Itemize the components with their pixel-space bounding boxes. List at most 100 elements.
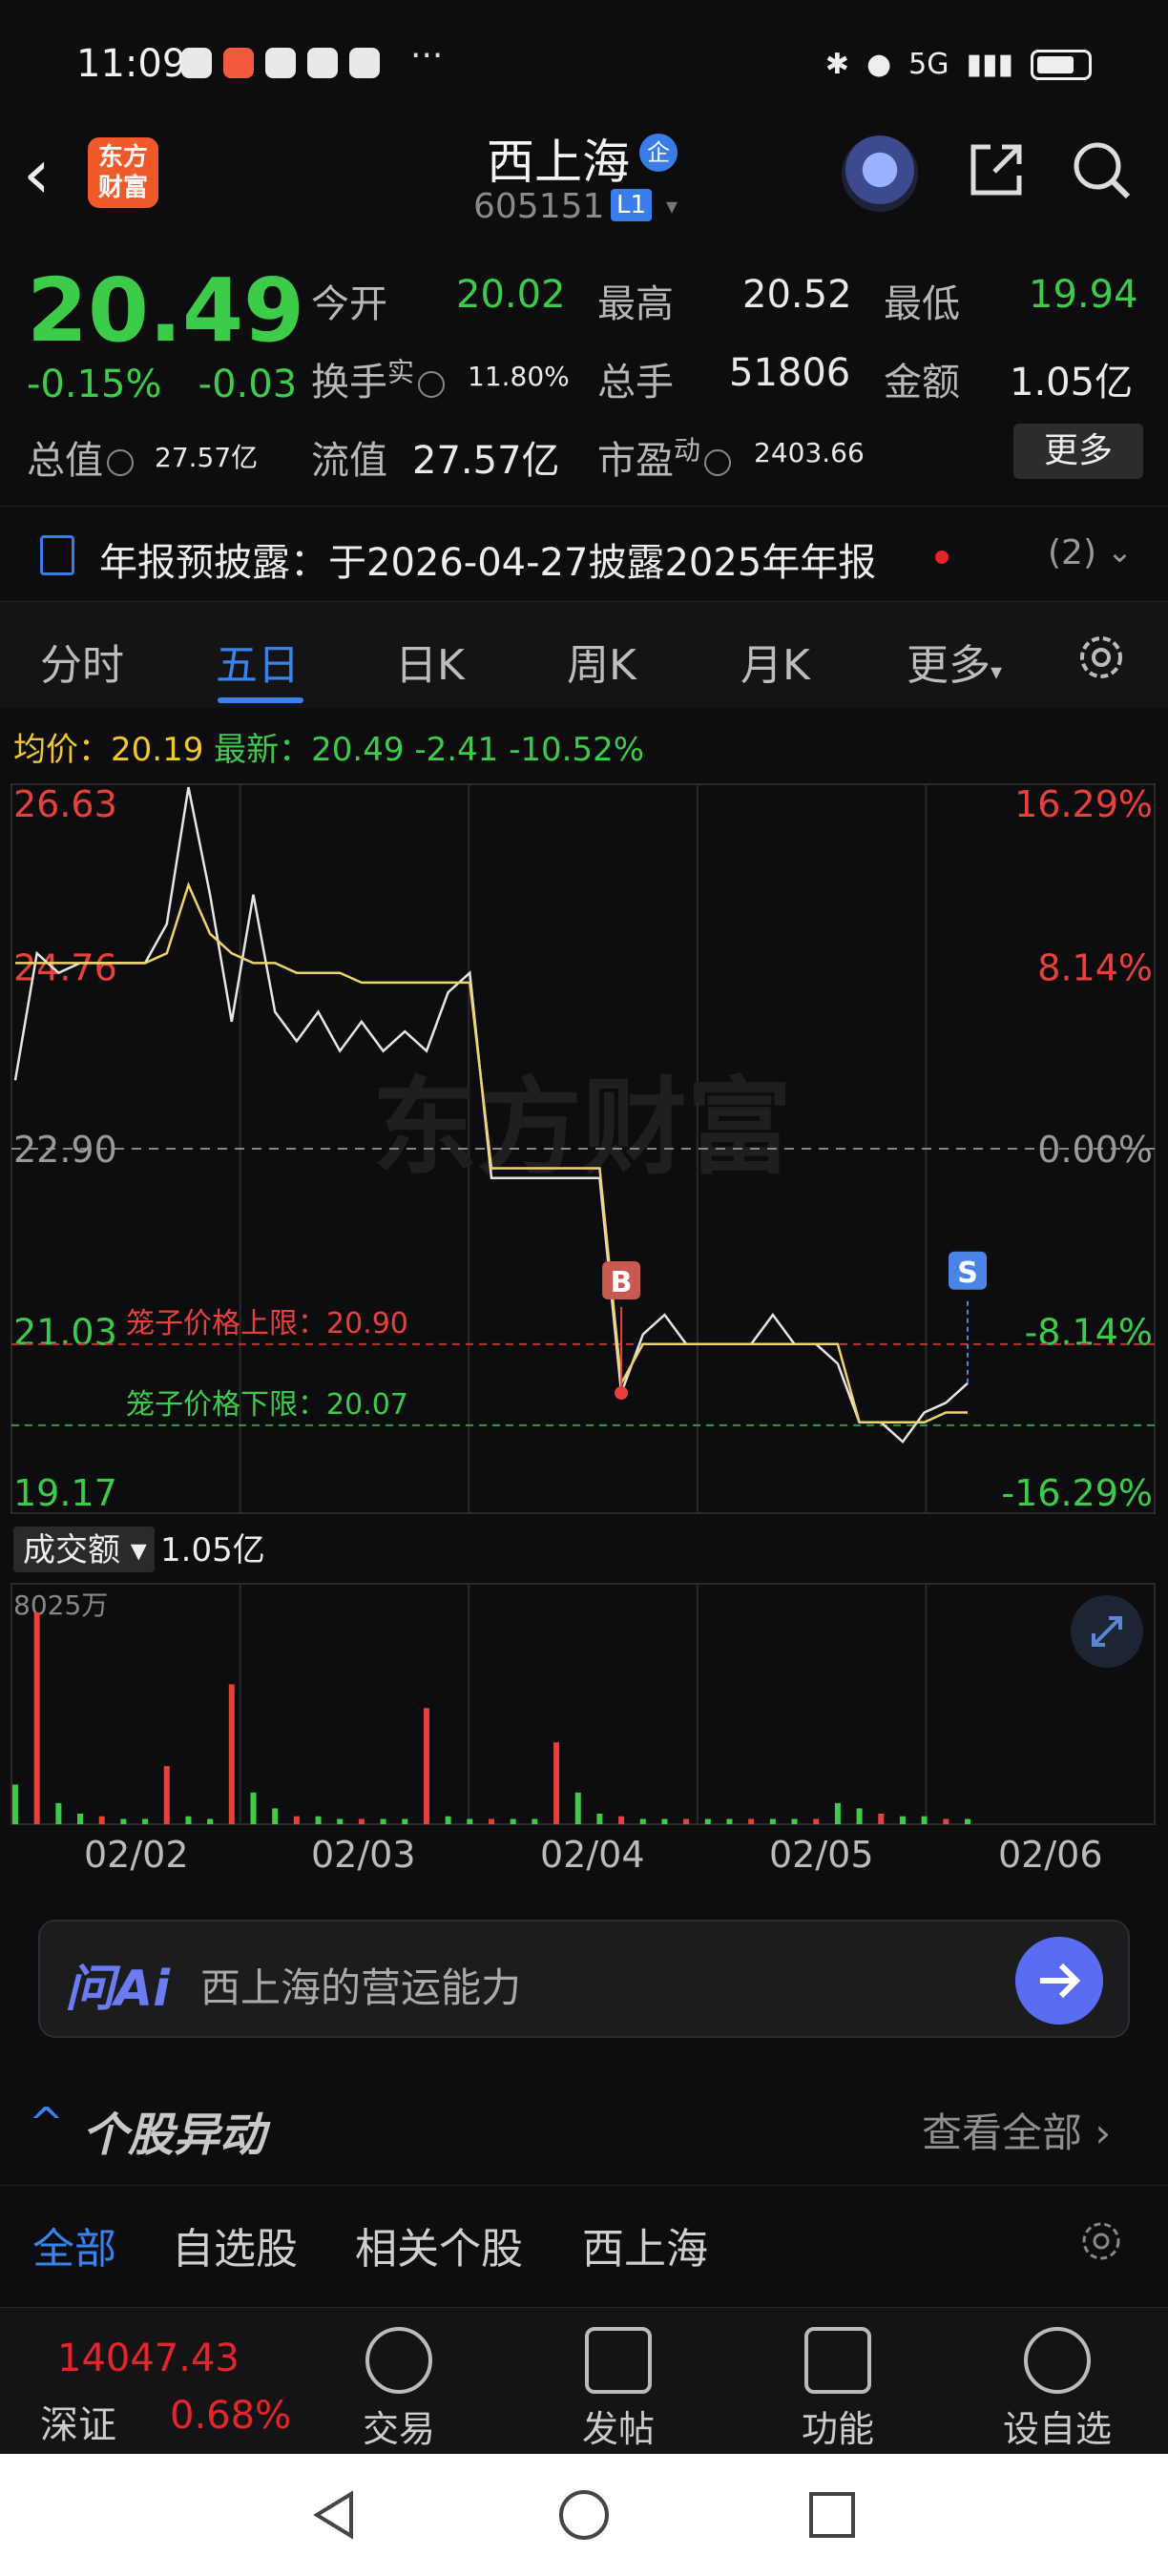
bluetooth-icon: ✱: [824, 48, 849, 81]
stock-name: 西上海: [487, 135, 630, 190]
quote-panel: 20.49 -0.15% -0.03 今开 20.02 最高 20.52 最低 …: [0, 240, 1168, 488]
amount-label: 金额: [884, 361, 960, 405]
notice-bar[interactable]: 年报预披露：于2026-04-27披露2025年年报 (2) ⌄: [0, 506, 1168, 601]
sell-marker-label: S: [957, 1257, 978, 1290]
nav-add-watchlist[interactable]: 设自选: [991, 2327, 1124, 2452]
chevron-up-icon[interactable]: ^: [29, 2099, 64, 2148]
more-quote-button[interactable]: 更多: [1013, 424, 1143, 479]
subtab-all[interactable]: 全部: [32, 2214, 116, 2275]
nav-functions[interactable]: 功能: [771, 2327, 905, 2452]
tab-monthly-k[interactable]: 月K: [740, 631, 810, 692]
volume-bar: [358, 1818, 365, 1824]
nav-post[interactable]: 发帖: [552, 2327, 685, 2452]
volume-max-label: 8025万: [13, 1589, 108, 1621]
index-name[interactable]: 深证: [40, 2394, 116, 2449]
stock-header: ‹ 东方 财富 西上海 企 605151 L1 ▾: [0, 124, 1168, 239]
tab-intraday[interactable]: 分时: [40, 631, 124, 692]
view-all-link[interactable]: 查看全部 ›: [922, 2101, 1111, 2159]
info-icon[interactable]: [704, 449, 732, 476]
nav-trade-label: 交易: [362, 2408, 435, 2450]
recents-square-icon[interactable]: [803, 2486, 861, 2544]
ai-question-bar[interactable]: 问Ai 西上海的营运能力: [38, 1920, 1130, 2038]
yen-refresh-icon: [365, 2327, 432, 2394]
status-time: 11:09: [76, 42, 187, 86]
search-icon[interactable]: [1067, 135, 1136, 204]
volume-bar: [489, 1818, 494, 1824]
date-label: 02/02: [84, 1834, 189, 1876]
status-right: ✱ ● 5G ▮▮▮: [825, 48, 1092, 81]
volume-bar: [748, 1818, 755, 1824]
mktcap-value: 27.57亿: [155, 442, 259, 473]
date-label: 02/04: [540, 1834, 645, 1876]
notice-count: (2): [1048, 533, 1096, 572]
y-tick-label: 19.17: [13, 1472, 117, 1514]
volume-bar: [272, 1808, 279, 1824]
pe-label: 市盈动: [597, 429, 735, 485]
volume-bar: [33, 1612, 40, 1824]
chat-bubble-icon: [181, 48, 212, 78]
index-value[interactable]: 14047.43: [57, 2337, 240, 2380]
date-label: 02/03: [311, 1834, 416, 1876]
gear-icon[interactable]: [1078, 2218, 1124, 2264]
volume-bar: [574, 1792, 581, 1824]
wechat-icon: [265, 48, 296, 78]
ai-prompt: 西上海的营运能力: [200, 1964, 522, 2011]
float-value: 27.57亿: [412, 439, 560, 483]
subtab-watchlist[interactable]: 自选股: [172, 2214, 298, 2275]
cage-lower-label: 笼子价格下限：20.07: [126, 1388, 408, 1422]
level-dropdown-icon[interactable]: ▾: [666, 193, 678, 219]
volume-bar: [683, 1818, 690, 1824]
nav-trade[interactable]: 交易: [332, 2327, 466, 2452]
back-triangle-icon[interactable]: [305, 2486, 363, 2544]
gear-icon[interactable]: [1074, 631, 1128, 684]
info-icon[interactable]: [418, 371, 446, 398]
arrow-right-icon[interactable]: [1015, 1937, 1103, 2025]
volume-bar: [532, 1818, 538, 1824]
share-icon[interactable]: [962, 135, 1031, 204]
y-tick-label: 26.63: [13, 783, 117, 825]
unread-dot: [935, 551, 949, 564]
tab-more[interactable]: 更多▾: [907, 631, 1002, 692]
volume-bar: [250, 1792, 257, 1824]
level-badge[interactable]: L1: [611, 189, 653, 221]
volume-bar: [163, 1766, 170, 1824]
index-pct[interactable]: 0.68%: [170, 2394, 291, 2438]
view-all-label: 查看全部: [922, 2109, 1083, 2156]
back-icon[interactable]: ‹: [23, 134, 51, 214]
home-circle-icon[interactable]: [555, 2486, 613, 2544]
location-icon: ●: [866, 48, 892, 81]
five-day-chart[interactable]: 东方财富 26.63 16.29% 24.76 8.14% 22.90 0.00% 21.03…: [0, 763, 1168, 1908]
tab-five-day[interactable]: 五日: [216, 631, 300, 692]
stock-code: 605151: [473, 187, 605, 226]
volume-bar: [510, 1818, 516, 1824]
volume-total: 1.05亿: [160, 1531, 265, 1569]
volume-bar: [769, 1818, 776, 1824]
app-logo[interactable]: 东方 财富: [88, 137, 158, 208]
volume-frame: [10, 1583, 1156, 1825]
open-value: 20.02: [456, 273, 566, 317]
volume-value: 51806: [729, 351, 851, 395]
more-notifications: ···: [410, 36, 444, 75]
volume-bar: [596, 1813, 603, 1824]
ai-robot-icon[interactable]: [842, 135, 918, 212]
mktcap-label: 总值: [27, 429, 137, 485]
high-label: 最高: [597, 282, 674, 326]
pct-tick-label: -16.29%: [1001, 1472, 1153, 1514]
tab-more-label: 更多: [907, 641, 991, 690]
subtab-stock[interactable]: 西上海: [582, 2214, 708, 2275]
volume-bar: [899, 1816, 906, 1824]
tab-weekly-k[interactable]: 周K: [567, 631, 636, 692]
tab-daily-k[interactable]: 日K: [395, 631, 465, 692]
info-icon[interactable]: [107, 449, 134, 476]
tab-indicator: [218, 697, 303, 703]
chevron-down-icon[interactable]: ⌄: [1107, 533, 1133, 570]
pct-tick-label: 0.00%: [1037, 1129, 1153, 1171]
date-label: 02/06: [998, 1834, 1103, 1876]
turnover-sup: 实: [387, 356, 415, 388]
volume-bar: [639, 1818, 646, 1824]
buy-marker-label: B: [611, 1266, 633, 1299]
notification-icons: [181, 48, 380, 78]
edit-icon: [585, 2327, 652, 2394]
watermark: 东方财富: [372, 1067, 792, 1189]
subtab-related[interactable]: 相关个股: [355, 2214, 523, 2275]
